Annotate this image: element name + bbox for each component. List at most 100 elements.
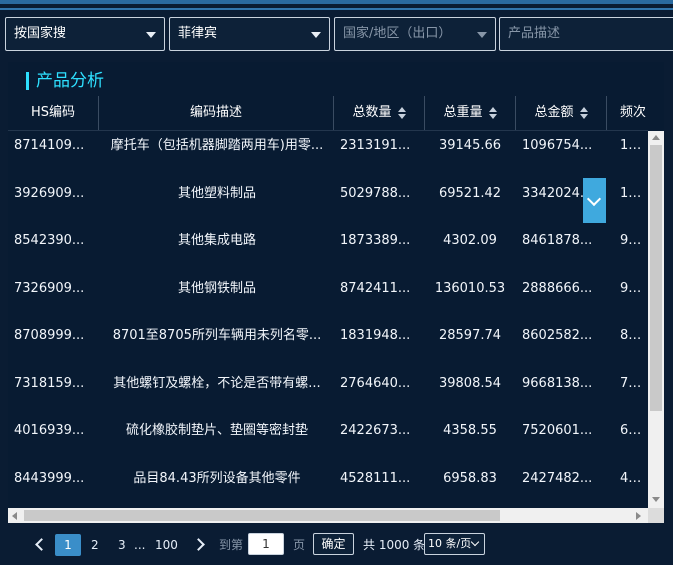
column-header-label: 总数量 [352, 105, 392, 120]
column-separator [606, 96, 607, 130]
next-page-icon[interactable] [192, 538, 205, 551]
panel-title: 产品分析 [26, 70, 104, 92]
table-cell: 品目84.43所列设备其他零件 [133, 471, 301, 486]
page-ellipsis[interactable]: ... [134, 534, 145, 556]
chevron-down-icon [470, 537, 480, 547]
header-divider [8, 130, 648, 131]
product-description-input[interactable]: 产品描述 [499, 17, 673, 51]
table-cell: 硫化橡胶制垫片、垫圈等密封垫 [125, 423, 308, 438]
sort-icon[interactable] [488, 106, 497, 119]
confirm-button[interactable]: 确定 [313, 533, 354, 555]
country-select[interactable]: 菲律宾 [169, 17, 330, 51]
table-cell: 1873389... [340, 233, 411, 248]
table-cell: 8542390... [14, 233, 85, 248]
scroll-up-icon[interactable] [652, 135, 660, 140]
table-cell: 9668138... [522, 376, 593, 391]
table-cell: 4358.55 [443, 423, 497, 438]
table-cell: 39808.54 [438, 376, 502, 391]
table-cell: 6958.83 [443, 471, 497, 486]
table-cell: 8443999... [14, 471, 85, 486]
scroll-right-icon[interactable] [636, 512, 641, 520]
search-mode-value: 按国家搜 [14, 26, 67, 41]
column-header-total-quantity[interactable]: 总数量 [334, 96, 424, 130]
scroll-left-icon[interactable] [12, 512, 17, 520]
table-cell: 8708999... [14, 328, 85, 343]
expand-toggle-button[interactable] [583, 178, 606, 223]
table-cell: 8701至8705所列车辆用未列名零... [112, 328, 322, 343]
table-cell: 4528111... [340, 471, 411, 486]
table-cell: 9552... [620, 233, 648, 248]
table-cell: 6825... [620, 423, 648, 438]
table-cell: 136010.53 [434, 281, 506, 296]
page-button-3[interactable]: 3 [118, 534, 126, 556]
column-header-description: 编码描述 [99, 96, 333, 130]
table-cell: 7262... [620, 376, 648, 391]
table-cell: 69521.42 [438, 186, 502, 201]
country-value: 菲律宾 [178, 26, 218, 41]
table-cell: 7318159... [14, 376, 85, 391]
export-region-placeholder: 国家/地区（出口） [343, 26, 452, 41]
caret-down-icon [146, 32, 156, 38]
sort-icon[interactable] [579, 106, 588, 119]
column-header-total-weight[interactable]: 总重量 [425, 96, 515, 130]
table-cell: 1668... [620, 138, 648, 153]
table-cell: 2422673... [340, 423, 411, 438]
table-cell: 其他集成电路 [177, 233, 256, 248]
panel-title-text: 产品分析 [36, 71, 104, 91]
table-cell: 2764640... [340, 376, 411, 391]
column-header-label: 总重量 [443, 105, 483, 120]
column-header-frequency[interactable]: 频次 [620, 96, 662, 130]
table-cell: 摩托车（包括机器脚踏两用车)用零... [110, 138, 324, 153]
table-cell: 2427482... [522, 471, 593, 486]
total-count: 共 1000 条 [363, 538, 426, 552]
scrollbar-corner [648, 508, 664, 523]
table-cell: 1101... [620, 186, 648, 201]
table-cell: 其他钢铁制品 [177, 281, 256, 296]
caret-down-icon [477, 32, 487, 38]
column-header-label: 编码描述 [189, 105, 242, 120]
title-accent-bar [26, 72, 29, 90]
table-cell: 2313191... [340, 138, 411, 153]
goto-page-input[interactable]: 1 [248, 533, 284, 555]
column-header-label: 总金额 [534, 105, 574, 120]
page-button-last[interactable]: 100 [155, 534, 178, 556]
table-cell: 3926909... [14, 186, 85, 201]
product-description-placeholder: 产品描述 [508, 26, 561, 41]
goto-label: 到第 [219, 538, 244, 552]
table-cell: 4302.09 [443, 233, 497, 248]
table-cell: 1096754... [522, 138, 593, 153]
column-header-label: 频次 [620, 105, 647, 120]
chevron-down-icon [586, 191, 602, 207]
column-header-label: HS编码 [30, 105, 76, 120]
sort-icon[interactable] [397, 106, 406, 119]
table-cell: 其他塑料制品 [177, 186, 256, 201]
table-cell: 9435... [620, 281, 648, 296]
table-cell: 8461878... [522, 233, 593, 248]
search-mode-select[interactable]: 按国家搜 [5, 17, 165, 51]
page-unit-label: 页 [293, 538, 306, 552]
scroll-down-icon[interactable] [652, 497, 660, 502]
table-cell: 8742411... [340, 281, 411, 296]
page-button-2[interactable]: 2 [91, 534, 99, 556]
export-region-select[interactable]: 国家/地区（出口） [334, 17, 496, 51]
table-cell: 8588... [620, 328, 648, 343]
page-size-select[interactable]: 10 条/页 [424, 533, 485, 555]
vertical-scroll-thumb[interactable] [650, 145, 662, 411]
horizontal-scroll-thumb[interactable] [24, 510, 500, 521]
prev-page-icon[interactable] [35, 538, 48, 551]
table-cell: 39145.66 [438, 138, 502, 153]
column-header-total-amount[interactable]: 总金额 [516, 96, 606, 130]
table-cell: 8714109... [14, 138, 85, 153]
page-size-value: 10 条/页 [428, 537, 472, 550]
page-button-current[interactable]: 1 [55, 534, 81, 556]
column-header-hs-code: HS编码 [8, 96, 98, 130]
table-cell: 5029788... [340, 186, 411, 201]
table-cell: 2888666... [522, 281, 593, 296]
table-cell: 7326909... [14, 281, 85, 296]
table-cell: 4016939... [14, 423, 85, 438]
table-cell: 7520601... [522, 423, 593, 438]
table-cell: 4618... [620, 471, 648, 486]
table-cell: 1831948... [340, 328, 411, 343]
caret-down-icon [311, 32, 321, 38]
top-accent-line-2 [0, 8, 673, 10]
